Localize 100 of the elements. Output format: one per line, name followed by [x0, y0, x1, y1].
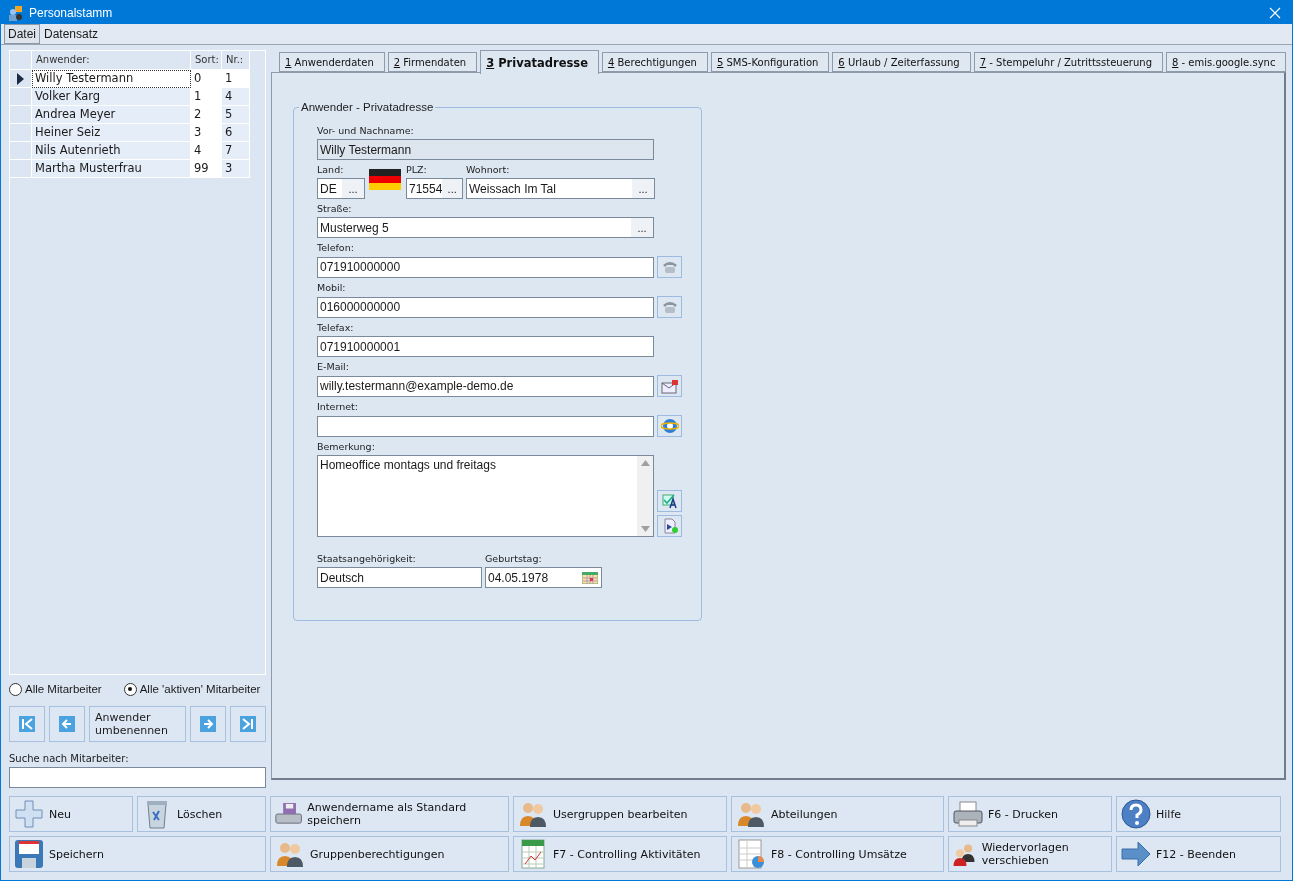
field-label: Internet:	[317, 401, 359, 414]
table-cell[interactable]: Heiner Seiz	[32, 124, 191, 142]
last-record-icon	[240, 716, 256, 732]
action-button[interactable]	[657, 415, 682, 437]
table-cell[interactable]: 99	[191, 160, 222, 178]
text-field[interactable]: Deutsch	[317, 567, 482, 588]
navigation-button[interactable]	[49, 706, 85, 742]
action-button[interactable]: Wiedervorlagen verschieben	[948, 836, 1112, 872]
text-field[interactable]: Musterweg 5 ...	[317, 217, 654, 238]
rename-button[interactable]: Anwender umbenennen	[89, 706, 186, 742]
action-button[interactable]: Abteilungen	[731, 796, 944, 832]
field-label: Telefon:	[317, 242, 355, 255]
field-label: Wohnort:	[466, 164, 511, 177]
menu-item[interactable]: Datei	[4, 24, 40, 44]
action-button[interactable]: Anwendername als Standard speichern	[270, 796, 509, 832]
table-cell[interactable]: 4	[222, 88, 250, 106]
action-button[interactable]: Löschen	[137, 796, 266, 832]
action-button[interactable]	[657, 375, 682, 397]
field-label: Straße:	[317, 203, 353, 216]
close-icon[interactable]	[1269, 6, 1281, 19]
browse-button[interactable]: ...	[442, 179, 462, 198]
browse-button[interactable]: ...	[632, 179, 654, 198]
tab[interactable]: 5 SMS-Konfiguration	[710, 52, 830, 72]
action-button[interactable]: F8 - Controlling Umsätze	[731, 836, 944, 872]
table-cell[interactable]: Willy Testermann	[32, 70, 191, 88]
field-label: Telefax:	[317, 322, 355, 335]
plus-icon	[13, 798, 45, 830]
scroll-down-icon[interactable]	[640, 526, 650, 532]
remark-field[interactable]: Homeoffice montags und freitags	[317, 455, 654, 537]
table-cell[interactable]: 7	[222, 142, 250, 160]
table-cell[interactable]: Andrea Meyer	[32, 106, 191, 124]
browse-button[interactable]: ...	[342, 179, 364, 198]
table-cell[interactable]: Martha Musterfrau	[32, 160, 191, 178]
text-field[interactable]: Weissach Im Tal ...	[466, 178, 655, 199]
report-sheet-icon	[735, 838, 767, 870]
action-button[interactable]: Hilfe	[1116, 796, 1281, 832]
text-field[interactable]: 016000000000	[317, 296, 654, 318]
left-arrow-icon	[59, 716, 75, 732]
table-cell[interactable]: Volker Karg	[32, 88, 191, 106]
insert-button[interactable]	[657, 515, 682, 537]
action-button[interactable]: Gruppenberechtigungen	[270, 836, 509, 872]
help-icon	[1120, 798, 1152, 830]
tab[interactable]: 3 Privatadresse	[480, 50, 599, 74]
action-button[interactable]: F12 - Beenden	[1116, 836, 1281, 872]
field-label: E-Mail:	[317, 361, 350, 374]
search-field[interactable]	[9, 767, 266, 788]
action-button[interactable]: F6 - Drucken	[948, 796, 1112, 832]
browser-icon	[660, 417, 679, 435]
table-cell[interactable]: Nils Autenrieth	[32, 142, 191, 160]
menu-item[interactable]: Datensatz	[40, 24, 103, 44]
first-record-icon	[19, 716, 35, 732]
table-cell[interactable]: 3	[191, 124, 222, 142]
scrollbar[interactable]	[637, 456, 653, 536]
scroll-up-icon[interactable]	[640, 460, 650, 466]
right-arrow-icon	[200, 716, 216, 732]
search-label: Suche nach Mitarbeiter:	[9, 753, 130, 764]
text-field[interactable]: 071910000000	[317, 256, 654, 278]
window-title: Personalstamm	[29, 5, 114, 20]
text-field[interactable]: DE ...	[317, 178, 365, 199]
table-cell[interactable]: 3	[222, 160, 250, 178]
table-cell[interactable]: 1	[222, 70, 250, 88]
text-field[interactable]	[317, 415, 654, 437]
table-cell[interactable]: 1	[191, 88, 222, 106]
tab[interactable]: 2 Firmendaten	[387, 52, 478, 72]
field-label: Staatsangehörigkeit:	[317, 553, 417, 566]
table-cell[interactable]: 0	[191, 70, 222, 88]
tab[interactable]: 8 - emis.google.sync	[1166, 52, 1287, 72]
text-field[interactable]: 71554 ...	[406, 178, 463, 199]
tab[interactable]: 4 Berechtigungen	[601, 52, 708, 72]
text-field[interactable]: 071910000001	[317, 336, 654, 357]
table-cell[interactable]: 5	[222, 106, 250, 124]
radio-option[interactable]: Alle Mitarbeiter	[9, 682, 102, 696]
date-field[interactable]: 04.05.1978	[485, 567, 602, 588]
text-field[interactable]: willy.testermann@example-demo.de	[317, 375, 654, 397]
navigation-button[interactable]	[230, 706, 266, 742]
field-label: Vor- und Nachname:	[317, 125, 415, 138]
envelope-icon	[660, 378, 679, 394]
table-cell[interactable]: 2	[191, 106, 222, 124]
tab[interactable]: 1 Anwenderdaten	[279, 52, 385, 72]
group-title: Anwender - Privatadresse	[300, 101, 435, 113]
navigation-button[interactable]	[190, 706, 226, 742]
table-cell[interactable]: 4	[191, 142, 222, 160]
action-button[interactable]: Neu	[9, 796, 133, 832]
action-button[interactable]: Usergruppen bearbeiten	[513, 796, 727, 832]
action-button[interactable]: F7 - Controlling Aktivitäten	[513, 836, 727, 872]
action-button[interactable]	[657, 296, 682, 318]
navigation-button[interactable]	[9, 706, 45, 742]
printer-icon	[952, 798, 984, 830]
document-icon	[661, 518, 678, 534]
browse-button[interactable]: ...	[631, 218, 653, 237]
radio-option[interactable]: Alle 'aktiven' Mitarbeiter	[123, 682, 261, 696]
field-label: Geburtstag:	[485, 553, 543, 566]
action-button[interactable]: Speichern	[9, 836, 266, 872]
table-cell[interactable]: 6	[222, 124, 250, 142]
calendar-icon[interactable]	[582, 571, 598, 584]
spellcheck-icon	[661, 493, 678, 509]
tab[interactable]: 6 Urlaub / Zeiterfassung	[832, 52, 971, 72]
action-button[interactable]	[657, 256, 682, 278]
spellcheck-button[interactable]	[657, 490, 682, 512]
tab[interactable]: 7 - Stempeluhr / Zutrittssteuerung	[973, 52, 1163, 72]
